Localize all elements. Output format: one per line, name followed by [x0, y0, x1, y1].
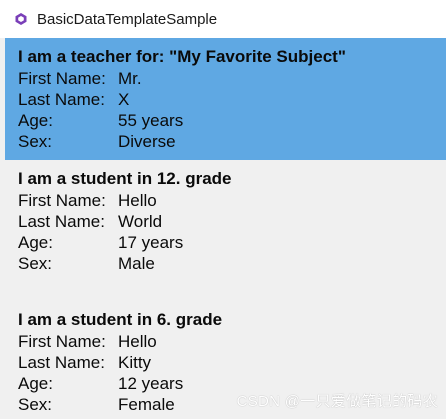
- watermark-text: CSDN @一只爱做笔记的码农: [236, 393, 438, 410]
- sex-label: Sex:: [18, 395, 53, 414]
- first-name-label: First Name:: [18, 191, 106, 210]
- first-name-label: First Name:: [18, 69, 106, 88]
- first-name-label: First Name:: [18, 332, 106, 351]
- first-name-row: First Name: Hello: [18, 190, 434, 211]
- list-item-student-12[interactable]: I am a student in 12. grade First Name: …: [5, 160, 446, 282]
- first-name-row: First Name: Hello: [18, 331, 434, 352]
- first-name-row: First Name: Mr.: [18, 68, 434, 89]
- last-name-value: X: [118, 90, 130, 109]
- first-name-value: Hello: [118, 191, 157, 210]
- sex-value: Female: [118, 395, 175, 414]
- first-name-value: Mr.: [118, 69, 142, 88]
- item-heading: I am a teacher for: "My Favorite Subject…: [18, 47, 346, 66]
- title-bar[interactable]: BasicDataTemplateSample: [0, 0, 446, 38]
- app-icon: [14, 12, 28, 26]
- last-name-label: Last Name:: [18, 212, 105, 231]
- item-heading: I am a student in 12. grade: [18, 169, 232, 188]
- sex-row: Sex: Diverse: [18, 131, 434, 152]
- item-spacer: [5, 282, 446, 301]
- last-name-value: World: [118, 212, 163, 231]
- age-label: Age:: [18, 111, 53, 130]
- sex-label: Sex:: [18, 132, 53, 151]
- age-label: Age:: [18, 233, 53, 252]
- sex-value: Male: [118, 254, 155, 273]
- last-name-value: Kitty: [118, 353, 152, 372]
- item-heading: I am a student in 6. grade: [18, 310, 223, 329]
- age-value: 17 years: [118, 233, 184, 252]
- sex-label: Sex:: [18, 254, 53, 273]
- age-label: Age:: [18, 374, 53, 393]
- list-item-teacher[interactable]: I am a teacher for: "My Favorite Subject…: [5, 38, 446, 160]
- window-title: BasicDataTemplateSample: [37, 10, 218, 28]
- age-value: 55 years: [118, 111, 184, 130]
- last-name-row: Last Name: World: [18, 211, 434, 232]
- age-row: Age: 17 years: [18, 232, 434, 253]
- first-name-value: Hello: [118, 332, 157, 351]
- last-name-row: Last Name: X: [18, 89, 434, 110]
- last-name-label: Last Name:: [18, 90, 105, 109]
- last-name-row: Last Name: Kitty: [18, 352, 434, 373]
- last-name-label: Last Name:: [18, 353, 105, 372]
- sex-value: Diverse: [118, 132, 176, 151]
- sex-row: Sex: Male: [18, 253, 434, 274]
- age-row: Age: 55 years: [18, 110, 434, 131]
- app-window: BasicDataTemplateSample I am a teacher f…: [0, 0, 446, 419]
- age-value: 12 years: [118, 374, 184, 393]
- people-list[interactable]: I am a teacher for: "My Favorite Subject…: [5, 38, 446, 419]
